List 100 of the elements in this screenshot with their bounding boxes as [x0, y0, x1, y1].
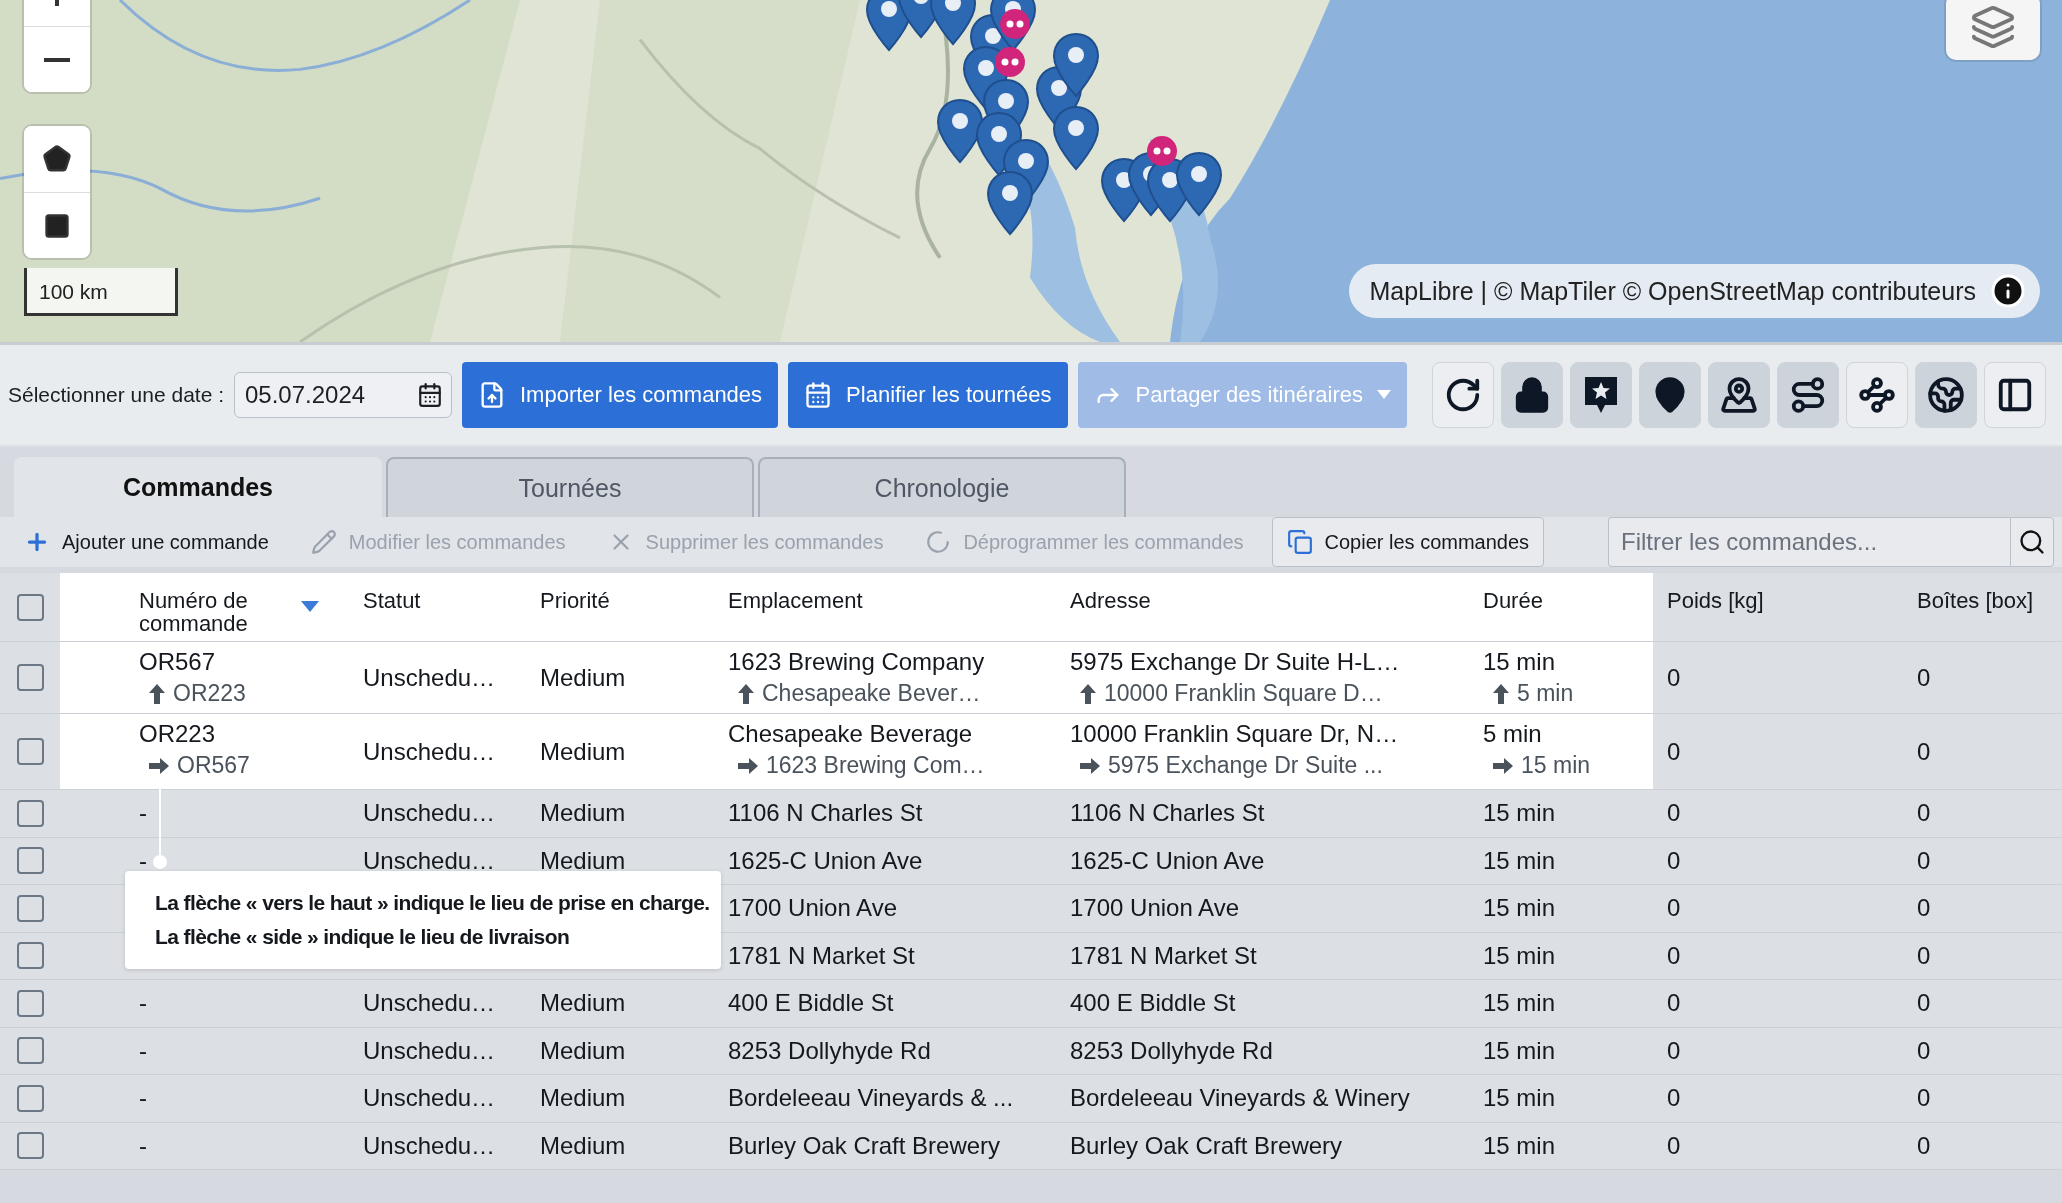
row-checkbox[interactable] [16, 664, 44, 692]
linked-order-number: OR567 [177, 752, 250, 780]
order-number: - [139, 1131, 147, 1160]
column-header[interactable]: Boîtes [box] [1917, 589, 2034, 613]
status-text: Unschedu… [363, 1131, 496, 1160]
lock-icon [1513, 376, 1551, 414]
globe-button[interactable] [1915, 362, 1977, 428]
tab[interactable]: Chronologie [758, 457, 1126, 517]
square-icon [43, 211, 71, 240]
column-header[interactable]: Numéro de commande [139, 589, 289, 636]
weight-text: 0 [1667, 663, 1681, 692]
spinner-icon [925, 529, 952, 555]
pencil-icon [310, 529, 337, 555]
priority-text: Medium [540, 846, 626, 875]
tab[interactable]: Commandes [14, 457, 382, 517]
boxes-text: 0 [1917, 799, 1931, 828]
search-icon [2018, 528, 2046, 556]
row-checkbox[interactable] [16, 847, 44, 875]
order-number: OR223 [139, 720, 216, 749]
column-header[interactable]: Priorité [540, 589, 610, 613]
priority-text: Medium [540, 799, 626, 828]
address-text: 1700 Union Ave [1070, 894, 1240, 923]
address-text: 5975 Exchange Dr Suite H-L… [1070, 648, 1400, 677]
row-checkbox[interactable] [16, 799, 44, 827]
boxes-text: 0 [1917, 1084, 1931, 1113]
location-text: Chesapeake Beverage [728, 720, 973, 749]
column-header[interactable]: Emplacement [728, 589, 863, 613]
arrow-right-icon [1080, 757, 1100, 774]
leader-dot [153, 855, 167, 869]
favorite-marker-button[interactable] [1570, 362, 1632, 428]
duration-text: 15 min [1483, 1084, 1556, 1113]
tab[interactable]: Tournées [386, 457, 754, 517]
address-text: 1106 N Charles St [1070, 799, 1265, 828]
calendar-icon[interactable] [417, 382, 443, 408]
layers-button[interactable] [1946, 0, 2040, 60]
row-checkbox[interactable] [16, 738, 44, 766]
weight-text: 0 [1667, 894, 1681, 923]
linked-duration-text: 5 min [1517, 680, 1574, 708]
row-checkbox[interactable] [16, 894, 44, 922]
weight-text: 0 [1667, 1036, 1681, 1065]
copy-orders-button[interactable]: Copier les commandes [1271, 517, 1545, 567]
address-text: 1625-C Union Ave [1070, 846, 1265, 875]
weight-text: 0 [1667, 1131, 1681, 1160]
status-text: Unschedu… [363, 737, 496, 766]
location-button[interactable] [1708, 362, 1770, 428]
draw-rectangle-button[interactable] [24, 192, 90, 258]
weight-text: 0 [1667, 846, 1681, 875]
arrow-up-icon [1080, 683, 1096, 704]
column-header[interactable]: Durée [1483, 589, 1543, 613]
lock-button[interactable] [1501, 362, 1563, 428]
date-field[interactable]: 05.07.2024 [234, 372, 452, 418]
boxes-text: 0 [1917, 737, 1931, 766]
address-text: 10000 Franklin Square Dr, N… [1070, 720, 1399, 749]
arrow-up-icon [149, 683, 165, 704]
select-all-checkbox[interactable] [16, 593, 44, 621]
linked-address-text: 5975 Exchange Dr Suite ... [1108, 752, 1383, 780]
map-markers-drawing[interactable] [866, 0, 1222, 235]
side-panel-icon [1996, 376, 2034, 414]
filter-field[interactable]: Filtrer les commandes... [1608, 517, 2010, 567]
column-header[interactable]: Statut [363, 589, 421, 613]
column-header[interactable]: Adresse [1070, 589, 1151, 613]
sort-caret-icon[interactable] [301, 601, 319, 613]
plan-tours-button[interactable]: Planifier les tournées [788, 362, 1068, 428]
caret-icon [1377, 390, 1391, 400]
info-icon[interactable] [1990, 273, 2026, 309]
order-number: - [139, 799, 147, 828]
location-text: 1700 Union Ave [728, 894, 898, 923]
panel-toggle-button[interactable] [1984, 362, 2046, 428]
refresh-button[interactable] [1432, 362, 1494, 428]
pin-on-base-icon [1720, 376, 1758, 414]
duration-text: 5 min [1483, 720, 1542, 749]
duration-text: 15 min [1483, 989, 1556, 1018]
search-button[interactable] [2010, 517, 2054, 567]
zoom-out-button[interactable] [24, 26, 90, 92]
calendar-icon [804, 381, 833, 409]
row-checkbox[interactable] [16, 942, 44, 970]
duration-text: 15 min [1483, 1131, 1556, 1160]
row-checkbox[interactable] [16, 1132, 44, 1160]
row-checkbox[interactable] [16, 989, 44, 1017]
routes-button[interactable] [1846, 362, 1908, 428]
location-text: 1623 Brewing Company [728, 648, 985, 677]
priority-text: Medium [540, 1036, 626, 1065]
priority-text: Medium [540, 663, 626, 692]
duration-text: 15 min [1483, 894, 1556, 923]
add-order-button[interactable]: Ajouter une commande [10, 517, 283, 567]
marker-button[interactable] [1639, 362, 1701, 428]
boxes-text: 0 [1917, 1036, 1931, 1065]
tooltip-text: La flèche « side » indique le lieu de livraison [155, 925, 571, 949]
duration-text: 15 min [1483, 1036, 1556, 1065]
column-header[interactable]: Poids [kg] [1667, 589, 1764, 613]
route-button[interactable] [1777, 362, 1839, 428]
import-orders-button[interactable]: Importer les commandes [462, 362, 779, 428]
address-text: Burley Oak Craft Brewery [1070, 1131, 1343, 1160]
weight-text: 0 [1667, 737, 1681, 766]
status-text: Unschedu… [363, 1036, 496, 1065]
linked-duration-text: 15 min [1521, 752, 1591, 780]
row-checkbox[interactable] [16, 1084, 44, 1112]
priority-text: Medium [540, 737, 626, 766]
row-checkbox[interactable] [16, 1037, 44, 1065]
boxes-text: 0 [1917, 846, 1931, 875]
